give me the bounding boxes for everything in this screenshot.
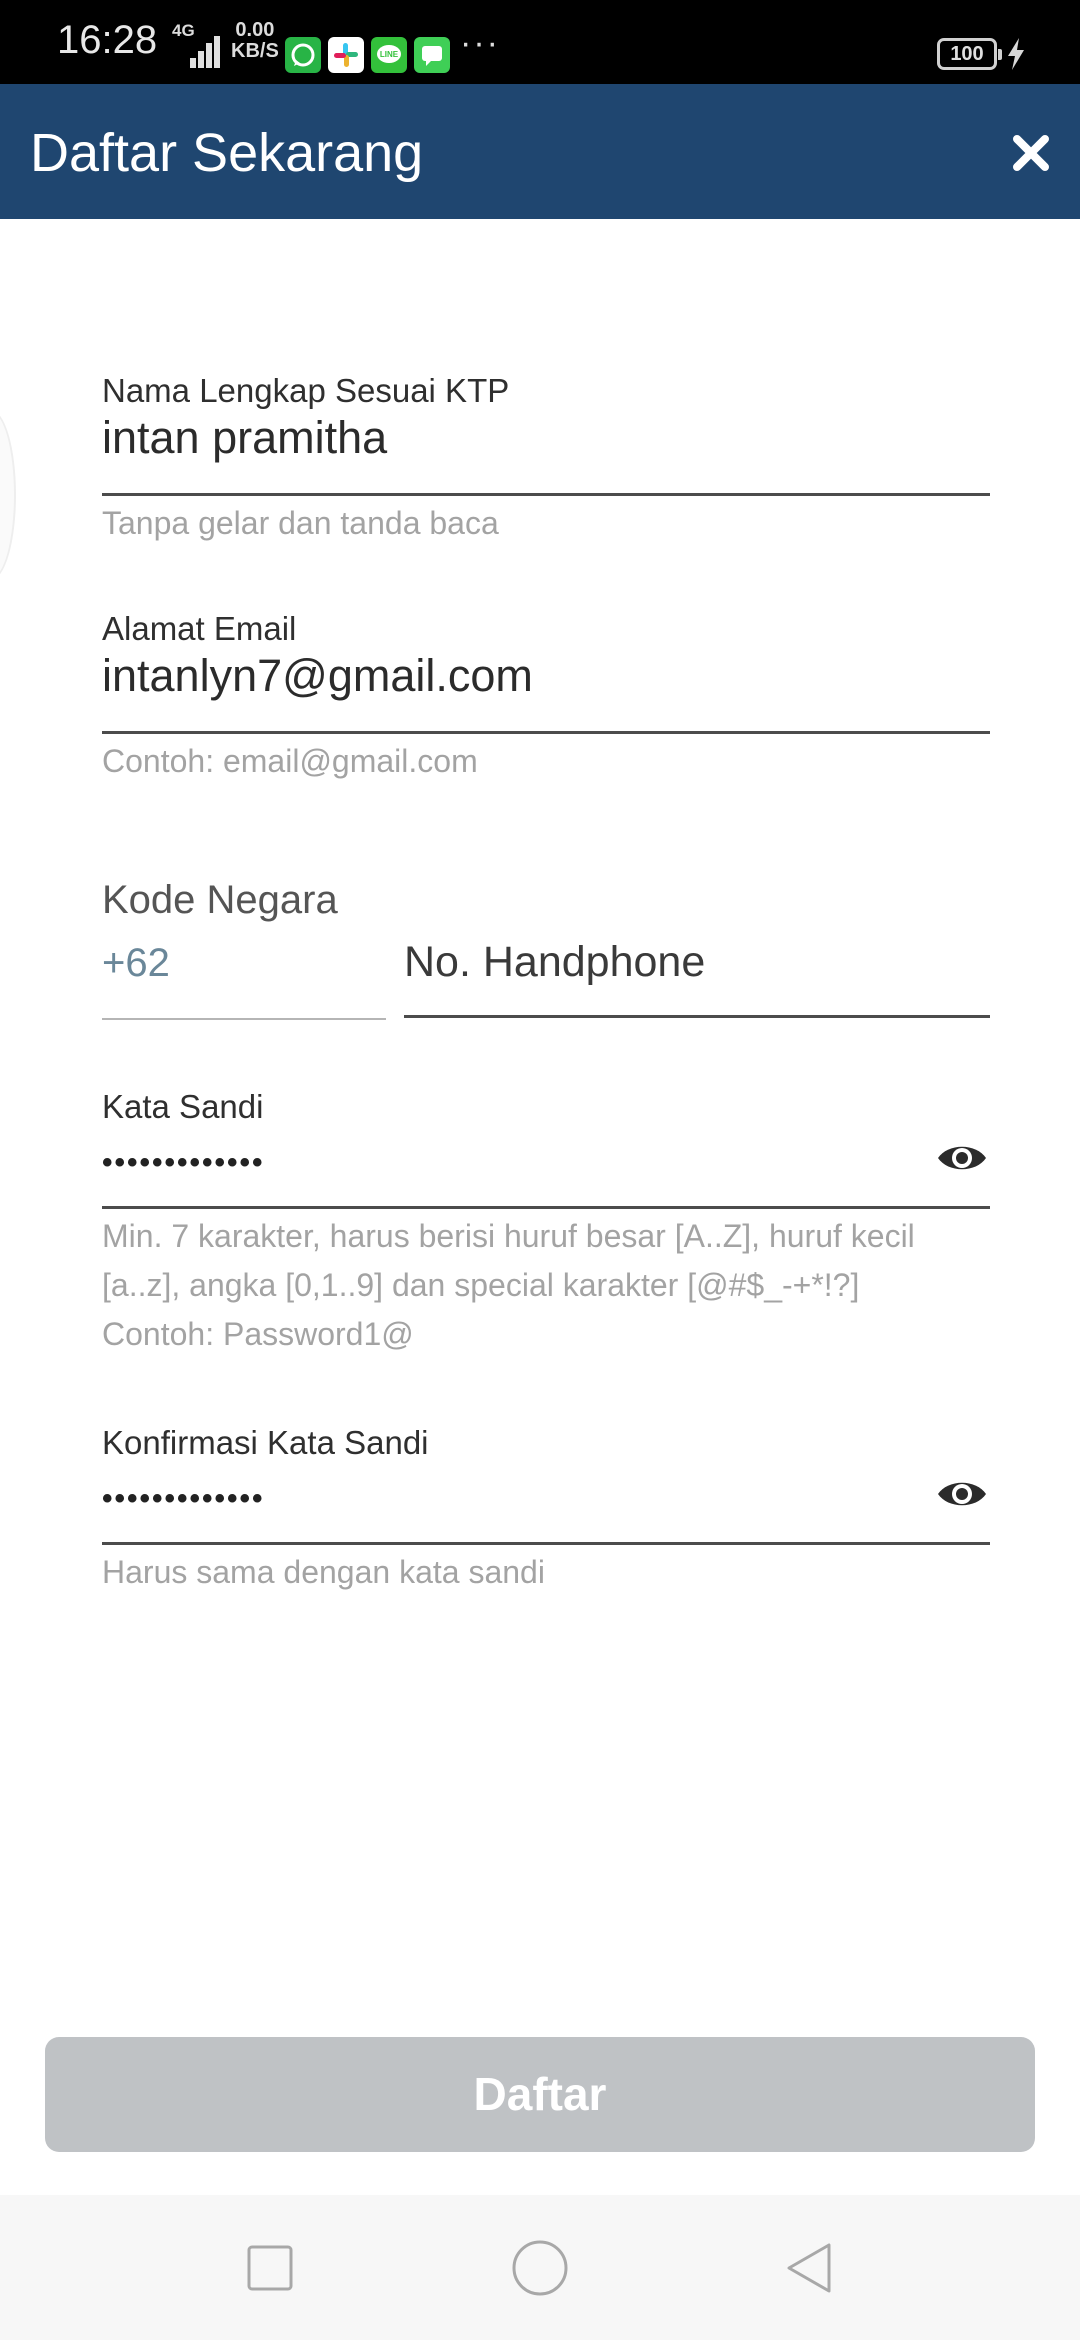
- country-code-value[interactable]: +62: [102, 941, 386, 986]
- close-icon: [1013, 135, 1049, 171]
- country-code-underline: [102, 1018, 386, 1020]
- full-name-input[interactable]: intan pramitha: [102, 412, 990, 464]
- password-underline: [102, 1206, 990, 1209]
- country-code-field[interactable]: Kode Negara +62: [102, 878, 386, 1023]
- confirm-password-field[interactable]: Konfirmasi Kata Sandi ••••••••••••• Haru…: [102, 1424, 990, 1599]
- full-name-label: Nama Lengkap Sesuai KTP: [102, 372, 510, 409]
- slack-icon: [328, 37, 364, 73]
- speed-value: 0.00: [235, 19, 275, 41]
- whatsapp-icon: [285, 37, 321, 73]
- line-icon: LINE: [371, 37, 407, 73]
- password-visibility-toggle[interactable]: [936, 1141, 988, 1175]
- password-helper-line1: Min. 7 karakter, harus berisi huruf besa…: [102, 1218, 915, 1254]
- close-button[interactable]: [1005, 127, 1057, 179]
- charging-icon: [1005, 36, 1027, 72]
- status-time: 16:28: [57, 18, 158, 62]
- messages-icon: [414, 37, 450, 73]
- app-header: Daftar Sekarang: [0, 84, 1080, 219]
- signal-icon: [190, 34, 222, 68]
- registration-screen: 16:28 4G 0.00 KB/S LINE ··· 100 Daftar S…: [0, 0, 1080, 2340]
- email-helper: Contoh: email@gmail.com: [102, 743, 478, 779]
- email-input[interactable]: intanlyn7@gmail.com: [102, 650, 990, 702]
- home-button[interactable]: [507, 2235, 573, 2301]
- password-field[interactable]: Kata Sandi ••••••••••••• Min. 7 karakter…: [102, 1088, 990, 1358]
- full-name-field[interactable]: Nama Lengkap Sesuai KTP intan pramitha T…: [102, 372, 990, 542]
- battery-icon: 100: [937, 38, 1002, 70]
- edge-handle: [0, 410, 16, 580]
- phone-field[interactable]: No. Handphone: [404, 938, 990, 1023]
- password-input[interactable]: •••••••••••••: [102, 1146, 990, 1180]
- password-label: Kata Sandi: [102, 1088, 264, 1125]
- eye-icon: [938, 1482, 986, 1506]
- password-helper-line2: [a..z], angka [0,1..9] dan special karak…: [102, 1267, 860, 1303]
- battery-level: 100: [950, 43, 984, 65]
- system-nav-bar: [0, 2195, 1080, 2340]
- password-helper-line3: Contoh: Password1@: [102, 1316, 414, 1352]
- full-name-underline: [102, 493, 990, 496]
- page-title: Daftar Sekarang: [30, 123, 424, 183]
- eye-icon: [938, 1146, 986, 1170]
- email-underline: [102, 731, 990, 734]
- full-name-helper: Tanpa gelar dan tanda baca: [102, 505, 499, 541]
- back-triangle-icon: [787, 2243, 831, 2293]
- confirm-password-label: Konfirmasi Kata Sandi: [102, 1424, 429, 1461]
- confirm-password-helper: Harus sama dengan kata sandi: [102, 1554, 545, 1590]
- more-notifications-indicator: ···: [460, 24, 500, 62]
- home-circle-icon: [512, 2240, 568, 2296]
- recents-square-icon: [247, 2245, 293, 2291]
- speed-unit: KB/S: [231, 40, 279, 62]
- confirm-password-visibility-toggle[interactable]: [936, 1477, 988, 1511]
- confirm-password-input[interactable]: •••••••••••••: [102, 1482, 990, 1516]
- email-field[interactable]: Alamat Email intanlyn7@gmail.com Contoh:…: [102, 610, 990, 780]
- recents-button[interactable]: [237, 2235, 303, 2301]
- register-button[interactable]: Daftar: [45, 2037, 1035, 2152]
- email-label: Alamat Email: [102, 610, 297, 647]
- country-code-label: Kode Negara: [102, 878, 338, 922]
- back-button[interactable]: [777, 2235, 843, 2301]
- status-bar: 16:28 4G 0.00 KB/S LINE ··· 100: [0, 0, 1080, 84]
- phone-underline: [404, 1015, 990, 1018]
- svg-text:LINE: LINE: [380, 50, 399, 59]
- password-helper: Min. 7 karakter, harus berisi huruf besa…: [102, 1212, 915, 1359]
- confirm-password-underline: [102, 1542, 990, 1545]
- network-speed: 0.00 KB/S: [231, 20, 279, 62]
- phone-input[interactable]: No. Handphone: [404, 938, 990, 987]
